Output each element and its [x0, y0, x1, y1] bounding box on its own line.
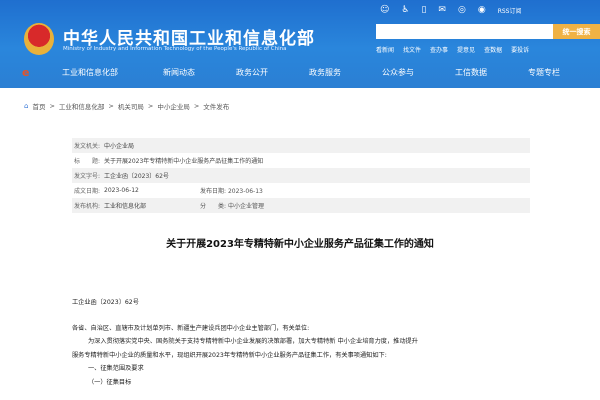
nav-item[interactable]: 工业和信息化部 [62, 67, 118, 78]
nav-item[interactable]: 新闻动态 [163, 67, 195, 78]
breadcrumb-item[interactable]: 文件发布 [203, 101, 229, 111]
meta-value: 中小企业局 [104, 143, 135, 150]
meta-value: 2023-06-13 [227, 188, 263, 195]
nav-item[interactable]: 工信数据 [455, 67, 487, 78]
accessibility-icon[interactable]: ♿ [401, 5, 409, 15]
site-header: 中华人民共和国工业和信息化部 Ministry of Industry and … [0, 0, 600, 88]
quick-links: 看新闻 找文件 查办事 提意见 查数据 要投诉 [376, 45, 529, 54]
separator: > [49, 102, 55, 110]
meta-key: 发布机构: [74, 203, 101, 210]
meta-key: 分 类: [200, 203, 227, 210]
meta-key: 标 题: [74, 158, 101, 165]
separator: > [108, 102, 114, 110]
meta-value: 工业和信息化部 [104, 203, 147, 210]
meta-value: 关于开展2023年专精特新中小企业服务产品征集工作的通知 [104, 158, 264, 165]
nav-item[interactable]: 政务公开 [236, 67, 268, 78]
meta-row: 发布机构: 工业和信息化部 分 类: 中小企业管理 [72, 198, 530, 213]
robot-icon[interactable]: ☺ [380, 5, 389, 15]
breadcrumb-item[interactable]: 中小企业局 [157, 101, 190, 111]
site-subtitle: Ministry of Industry and Information Tec… [63, 46, 287, 52]
rss-link[interactable]: RSS订阅 [498, 6, 522, 15]
quick-link[interactable]: 查数据 [484, 45, 502, 54]
quick-link[interactable]: 找文件 [403, 45, 421, 54]
meta-row: 发文字号: 工企业函〔2023〕62号 [72, 168, 530, 183]
meta-value: 2023-06-12 [104, 187, 139, 194]
separator: > [147, 102, 154, 110]
document-title: 关于开展2023年专精特新中小企业服务产品征集工作的通知 [166, 239, 434, 250]
breadcrumb-item[interactable]: 机关司局 [118, 101, 144, 111]
main-nav: e 工业和信息化部 新闻动态 政务公开 政务服务 公众参与 工信数据 专题专栏 [0, 62, 600, 82]
home-icon[interactable]: ⌂ [24, 102, 28, 110]
salutation: 各省、自治区、直辖市及计划单列市、新疆生产建设兵团中小企业主管部门，有关单位: [72, 324, 310, 332]
breadcrumb-item[interactable]: 首页 [32, 101, 45, 111]
breadcrumb-item[interactable]: 工业和信息化部 [59, 101, 105, 111]
meta-value: 工企业函〔2023〕62号 [104, 173, 169, 180]
wechat-icon[interactable]: ◎ [458, 5, 466, 15]
doc-number: 工企业函〔2023〕62号 [72, 299, 139, 306]
mobile-icon[interactable]: ▯ [421, 5, 426, 15]
e-gov-icon[interactable]: e [22, 66, 29, 79]
meta-row: 标 题: 关于开展2023年专精特新中小企业服务产品征集工作的通知 [72, 153, 530, 168]
document-body: 工企业函〔2023〕62号 各省、自治区、直辖市及计划单列市、新疆生产建设兵团中… [72, 296, 472, 389]
national-emblem-logo [24, 23, 54, 55]
search-bar: 统一搜索 [376, 24, 600, 39]
nav-item[interactable]: 政务服务 [309, 67, 341, 78]
quick-link[interactable]: 要投诉 [511, 45, 529, 54]
meta-key: 发布日期: [200, 188, 227, 195]
nav-item[interactable]: 专题专栏 [528, 67, 560, 78]
search-button[interactable]: 统一搜索 [553, 24, 600, 39]
mail-icon[interactable]: ✉ [438, 5, 446, 15]
paragraph: 为深入贯彻落实党中央、国务院关于支持专精特新中小企业发展的决策部署，加大专精特新… [88, 338, 418, 345]
document-meta-table: 发文机关: 中小企业局 标 题: 关于开展2023年专精特新中小企业服务产品征集工作… [72, 138, 530, 213]
separator: > [193, 102, 200, 110]
section-heading: 一、征集范围及要求 [88, 365, 144, 372]
meta-row: 成文日期: 2023-06-12 发布日期: 2023-06-13 [72, 183, 530, 198]
breadcrumb: ⌂ 首页 > 工业和信息化部 > 机关司局 > 中小企业局 > 文件发布 [24, 101, 229, 111]
meta-key: 发文字号: [74, 173, 101, 180]
quick-link[interactable]: 提意见 [457, 45, 475, 54]
subsection-heading: （一）征集目标 [88, 378, 132, 386]
search-input[interactable] [376, 24, 553, 39]
meta-row: 发文机关: 中小企业局 [72, 138, 530, 153]
nav-item[interactable]: 公众参与 [382, 67, 414, 78]
paragraph: 服务专精特新中小企业的质量和水平，现组织开展2023年专精特新中小企业服务产品征… [72, 351, 387, 359]
meta-key: 发文机关: [74, 143, 101, 150]
meta-key: 成文日期: [74, 188, 101, 195]
toolbar: ☺ ♿ ▯ ✉ ◎ ◉ RSS订阅 [380, 5, 521, 15]
weibo-icon[interactable]: ◉ [478, 5, 486, 15]
quick-link[interactable]: 看新闻 [376, 45, 394, 54]
quick-link[interactable]: 查办事 [430, 45, 448, 54]
meta-value: 中小企业管理 [227, 203, 264, 210]
